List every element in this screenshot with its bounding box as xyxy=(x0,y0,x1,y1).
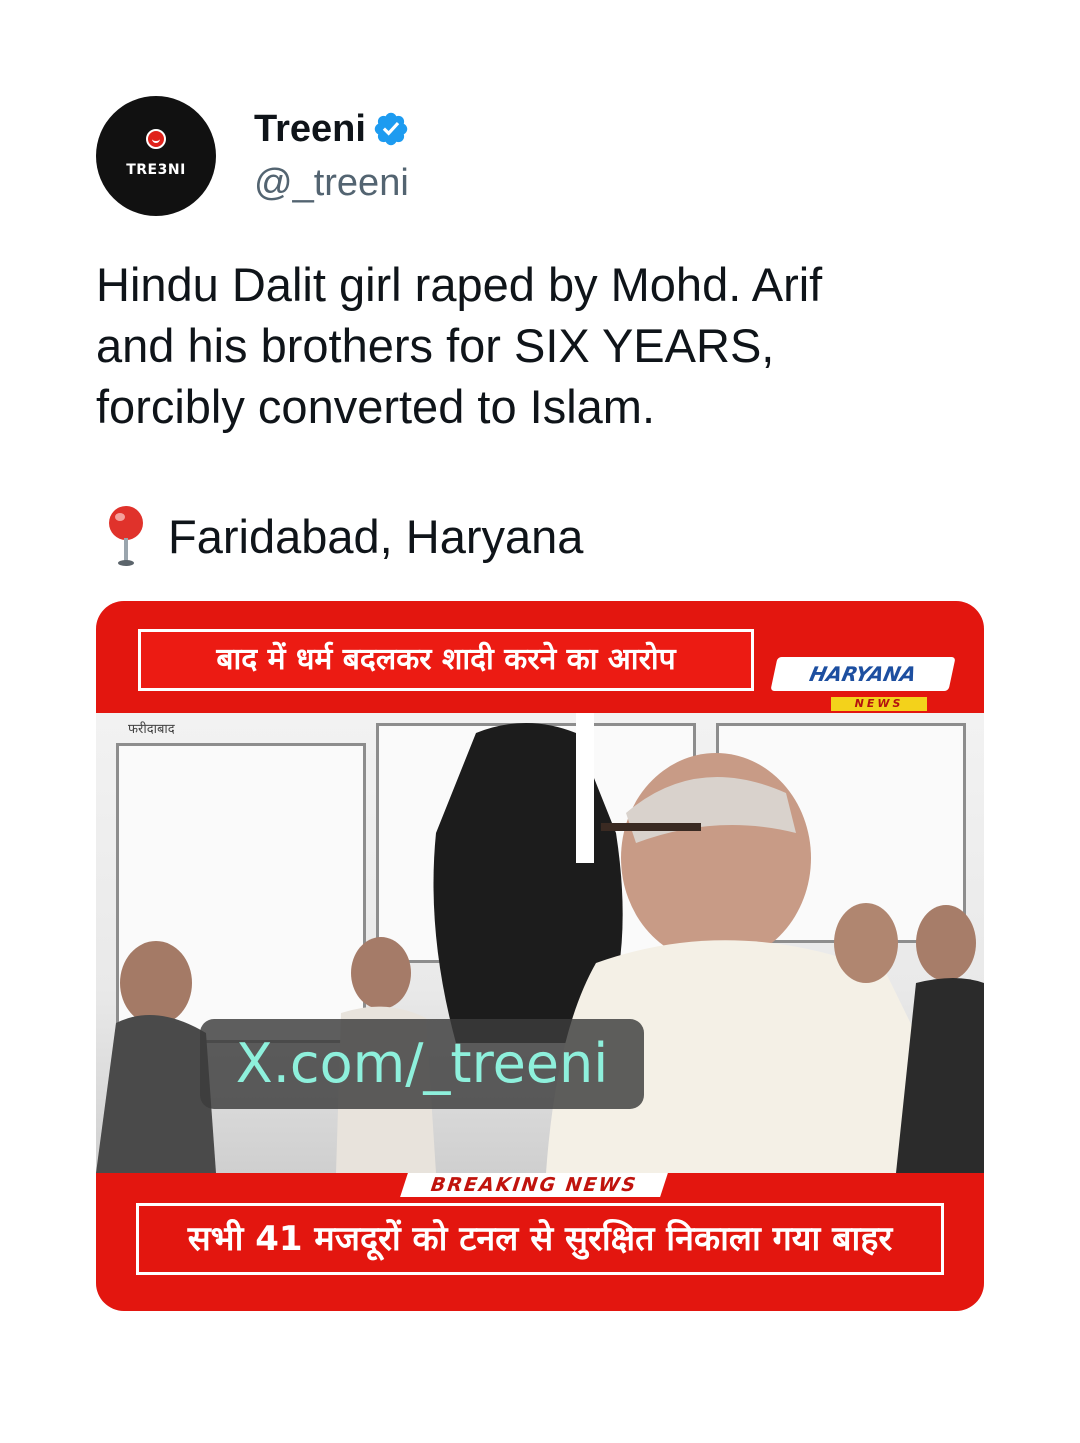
author-info: Treeni @_treeni xyxy=(254,102,410,210)
watermark-handle: X.com/_treeni xyxy=(200,1019,644,1109)
video-frame: फरीदाबाद X.com/_treeni xyxy=(96,713,984,1173)
bottom-news-band: BREAKING NEWS सभी 41 मजदूरों को टनल से स… xyxy=(96,1173,984,1311)
breaking-news-tag: BREAKING NEWS xyxy=(400,1173,668,1197)
tweet-text-line: and his brothers for SIX YEARS, xyxy=(96,319,775,372)
location-line: Faridabad, Haryana xyxy=(96,503,583,569)
tweet-media-video[interactable]: बाद में धर्म बदलकर शादी करने का आरोप HAR… xyxy=(96,601,984,1311)
tweet-text-line: Hindu Dalit girl raped by Mohd. Arif xyxy=(96,258,823,311)
channel-logo: HARYANA xyxy=(770,657,956,691)
tweet-text: Hindu Dalit girl raped by Mohd. Arif and… xyxy=(96,254,976,437)
top-news-band: बाद में धर्म बदलकर शादी करने का आरोप HAR… xyxy=(96,601,984,713)
verified-badge-icon xyxy=(374,112,408,146)
location-text: Faridabad, Haryana xyxy=(168,509,584,563)
handle[interactable]: @_treeni xyxy=(254,156,410,210)
brand-logo-icon xyxy=(146,129,166,149)
channel-sub: NEWS xyxy=(831,697,927,711)
name-row: Treeni xyxy=(254,102,410,156)
channel-name: HARYANA xyxy=(807,662,919,686)
top-headline: बाद में धर्म बदलकर शादी करने का आरोप xyxy=(138,629,754,691)
avatar[interactable]: TRE3NI xyxy=(96,96,216,216)
avatar-label: TRE3NI xyxy=(126,162,186,178)
display-name[interactable]: Treeni xyxy=(254,108,366,151)
round-pushpin-icon xyxy=(109,506,143,566)
tweet-card: TRE3NI Treeni @_treeni Hindu Dalit girl … xyxy=(0,0,1080,1443)
tweet-header: TRE3NI Treeni @_treeni xyxy=(96,96,410,216)
bottom-headline: सभी 41 मजदूरों को टनल से सुरक्षित निकाला… xyxy=(136,1203,944,1275)
tweet-text-line: forcibly converted to Islam. xyxy=(96,380,655,433)
